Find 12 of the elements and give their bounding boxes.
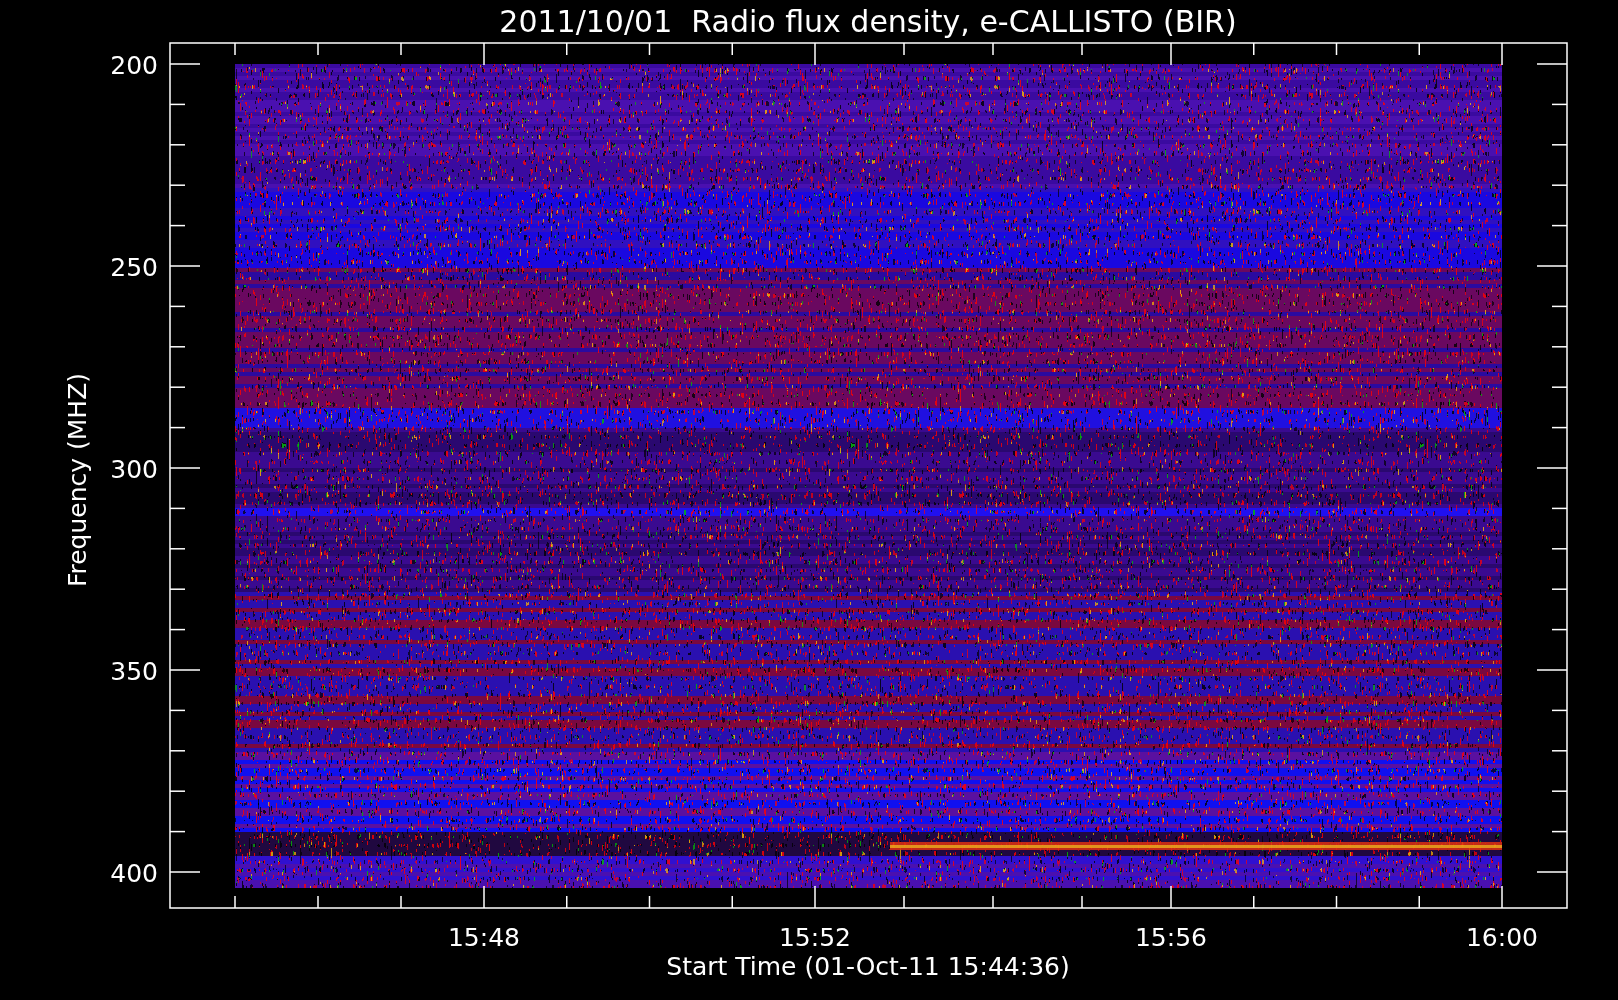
tick-label: 200 [110,51,158,80]
tick-label: 250 [110,253,158,282]
tick-label: 15:48 [448,923,520,952]
tick-label: 300 [110,455,158,484]
axis-title: Frequency (MHZ) [63,372,92,588]
tick-label: 16:00 [1466,923,1538,952]
tick-label: 15:56 [1135,923,1207,952]
tick-label: 400 [110,859,158,888]
tick-label: 350 [110,657,158,686]
chart-title: 2011/10/01 Radio flux density, e-CALLISTO (BIR) [499,4,1237,39]
tick-label: 15:52 [779,923,851,952]
axis-title: Start Time (01-Oct-11 15:44:36) [666,952,1070,981]
